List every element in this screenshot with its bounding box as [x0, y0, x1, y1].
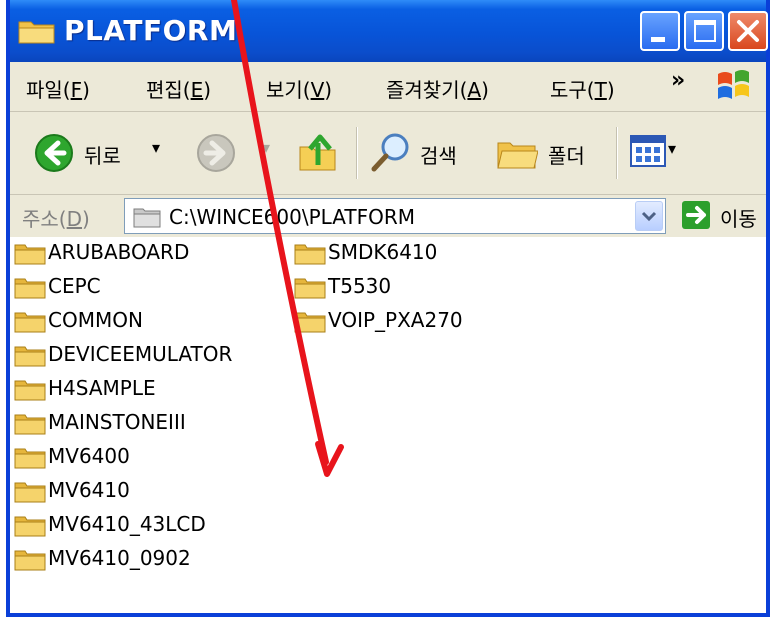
back-label: 뒤로 — [84, 144, 121, 168]
views-button[interactable]: ▾ — [630, 135, 676, 172]
menu-edit[interactable]: 편집(E) — [146, 74, 211, 103]
folder-item-name: MV6410 — [48, 478, 130, 502]
minimize-button[interactable] — [640, 11, 680, 51]
folder-icon — [14, 414, 46, 435]
maximize-icon — [694, 20, 716, 42]
menu-favorites[interactable]: 즐겨찾기(A) — [386, 74, 489, 103]
file-list: ARUBABOARD CEPC COMMON DEVICEEMULATOR H4SAMP… — [10, 237, 766, 613]
folder-icon — [14, 516, 46, 537]
folder-item-name: MV6410_0902 — [48, 546, 191, 570]
back-dropdown-icon[interactable]: ▾ — [152, 138, 160, 157]
window-title: PLATFORM — [64, 14, 238, 47]
close-icon — [737, 20, 759, 42]
folder-icon — [294, 244, 326, 265]
back-arrow-icon — [35, 134, 73, 172]
folder-icon — [18, 21, 55, 44]
menu-overflow-chevron[interactable]: » — [671, 68, 685, 93]
address-label: 주소(D) — [22, 207, 90, 231]
title-bar[interactable]: PLATFORM — [10, 0, 768, 62]
folders-label: 폴더 — [548, 144, 585, 168]
folder-icon — [14, 448, 46, 469]
menu-tools[interactable]: 도구(T) — [550, 74, 615, 103]
address-input[interactable]: C:\WINCE600\PLATFORM — [124, 198, 666, 234]
chevron-down-icon — [641, 211, 657, 222]
menu-file[interactable]: 파일(F) — [26, 74, 90, 103]
forward-dropdown-icon[interactable]: ▾ — [262, 138, 270, 157]
close-button[interactable] — [728, 11, 768, 51]
folder-icon — [14, 244, 46, 265]
minimize-icon — [651, 37, 665, 42]
standard-toolbar: 뒤로 ▾ ▾ 검색 폴더 ▾ — [10, 113, 766, 195]
folder-item-name: H4SAMPLE — [48, 376, 156, 400]
views-dropdown-icon[interactable]: ▾ — [668, 139, 676, 158]
up-folder-icon — [299, 134, 336, 171]
folder-item-name: VOIP_PXA270 — [328, 308, 463, 332]
go-label[interactable]: 이동 — [720, 203, 757, 232]
address-bar: 주소(D) C:\WINCE600\PLATFORM 이동 — [10, 195, 766, 237]
folder-item-name: MV6400 — [48, 444, 130, 468]
search-magnifier-icon — [371, 133, 409, 172]
search-label: 검색 — [420, 144, 457, 168]
folder-item-name: ARUBABOARD — [48, 240, 190, 264]
windows-logo-icon — [718, 70, 749, 99]
go-button[interactable] — [682, 201, 710, 229]
address-dropdown-button[interactable] — [635, 201, 663, 231]
menu-view[interactable]: 보기(V) — [266, 74, 332, 103]
folder-item-name: MAINSTONEIII — [48, 410, 186, 434]
folder-icon — [14, 312, 46, 333]
forward-arrow-icon — [197, 134, 235, 172]
folder-icon — [14, 550, 46, 571]
folders-icon — [497, 142, 538, 169]
folder-item-name: MV6410_43LCD — [48, 512, 206, 536]
address-path: C:\WINCE600\PLATFORM — [169, 205, 415, 229]
folder-icon — [294, 312, 326, 333]
explorer-window: PLATFORM 파일(F) 편집(E) 보기(V) 즐겨찾기(A) 도구(T)… — [6, 0, 770, 617]
maximize-button[interactable] — [684, 11, 724, 51]
folder-item-name: DEVICEEMULATOR — [48, 342, 233, 366]
folder-icon — [14, 346, 46, 367]
toolbar-separator — [616, 127, 617, 179]
go-arrow-icon — [686, 206, 706, 224]
folder-icon — [14, 278, 46, 299]
forward-button[interactable]: ▾ — [196, 133, 270, 178]
menu-bar: 파일(F) 편집(E) 보기(V) 즐겨찾기(A) 도구(T) » — [10, 62, 766, 112]
folder-item-name: SMDK6410 — [328, 240, 438, 264]
folder-icon — [294, 278, 326, 299]
folder-icon — [14, 482, 46, 503]
folder-item-name: T5530 — [328, 274, 392, 298]
folder-item-name: COMMON — [48, 308, 143, 332]
toolbar-separator — [356, 127, 357, 179]
up-folder-button[interactable] — [298, 129, 342, 178]
folder-item-name: CEPC — [48, 274, 101, 298]
folder-icon — [14, 380, 46, 401]
address-folder-icon — [133, 208, 161, 228]
views-grid-icon — [630, 135, 666, 167]
